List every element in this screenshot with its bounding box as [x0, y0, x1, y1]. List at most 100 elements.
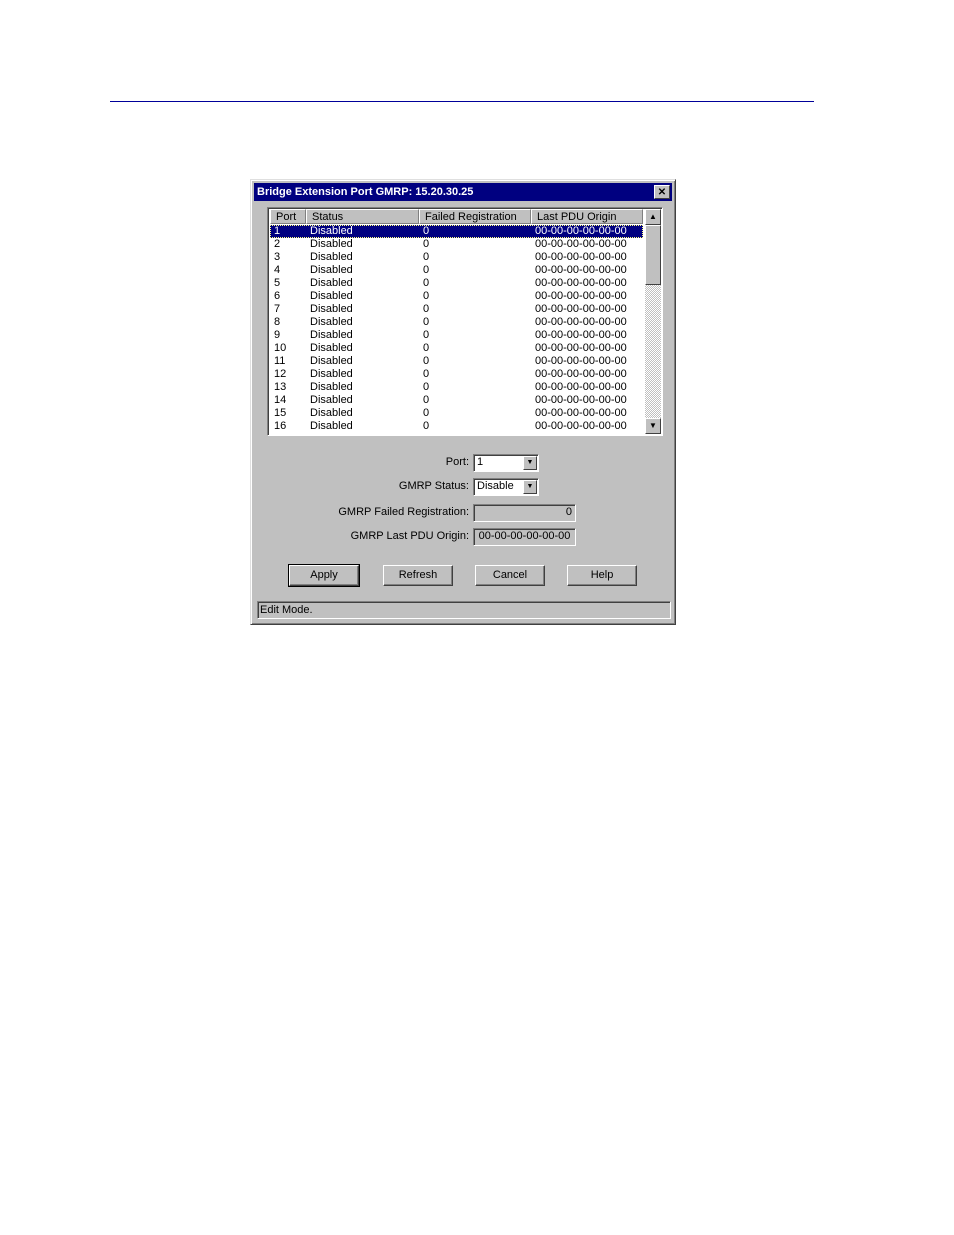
dropdown-arrow-icon[interactable]: ▼: [523, 456, 537, 470]
table-row[interactable]: 7 Disabled 0 00-00-00-00-00-00: [270, 303, 643, 316]
table-row[interactable]: 14 Disabled 0 00-00-00-00-00-00: [270, 394, 643, 407]
scroll-down-button[interactable]: ▼: [645, 418, 661, 434]
cell-failed-registration: 0: [423, 342, 430, 354]
cell-port: 11: [274, 355, 286, 367]
cell-status: Disabled: [310, 407, 353, 419]
table-row[interactable]: 9 Disabled 0 00-00-00-00-00-00: [270, 329, 643, 342]
cell-failed-registration: 0: [423, 381, 430, 393]
cell-status: Disabled: [310, 394, 353, 406]
column-header-last-pdu-origin[interactable]: Last PDU Origin: [531, 209, 643, 224]
vertical-scrollbar[interactable]: ▲ ▼: [645, 209, 661, 434]
gmrp-status-value: Disable: [477, 480, 514, 492]
cell-failed-registration: 0: [423, 355, 430, 367]
cell-last-pdu-origin: 00-00-00-00-00-00: [535, 264, 627, 276]
gmrp-status-select[interactable]: Disable ▼: [473, 478, 539, 496]
cell-last-pdu-origin: 00-00-00-00-00-00: [535, 290, 627, 302]
cell-failed-registration: 0: [423, 251, 430, 263]
cell-port: 12: [274, 368, 287, 380]
port-label: Port:: [445, 456, 469, 468]
cell-last-pdu-origin: 00-00-00-00-00-00: [535, 407, 627, 419]
cell-status: Disabled: [310, 303, 353, 315]
gmrp-last-pdu-origin-label: GMRP Last PDU Origin:: [350, 530, 469, 542]
table-row[interactable]: 16 Disabled 0 00-00-00-00-00-00: [270, 420, 643, 433]
cell-failed-registration: 0: [423, 368, 430, 380]
cell-status: Disabled: [310, 329, 353, 341]
title-bar: Bridge Extension Port GMRP: 15.20.30.25 …: [254, 183, 672, 201]
table-row[interactable]: 15 Disabled 0 00-00-00-00-00-00: [270, 407, 643, 420]
gmrp-status-label: GMRP Status:: [398, 480, 469, 492]
cell-last-pdu-origin: 00-00-00-00-00-00: [535, 355, 627, 367]
cell-last-pdu-origin: 00-00-00-00-00-00: [535, 303, 627, 315]
cell-failed-registration: 0: [423, 225, 430, 237]
close-icon: ✕: [657, 187, 667, 198]
cell-last-pdu-origin: 00-00-00-00-00-00: [535, 368, 627, 380]
cell-status: Disabled: [310, 290, 353, 302]
list-rows: 1 Disabled 0 00-00-00-00-00-00 2 Disabled 0 00-…: [270, 225, 643, 433]
scroll-up-button[interactable]: ▲: [645, 209, 661, 225]
table-row[interactable]: 10 Disabled 0 00-00-00-00-00-00: [270, 342, 643, 355]
cell-failed-registration: 0: [423, 329, 430, 341]
cell-last-pdu-origin: 00-00-00-00-00-00: [535, 316, 627, 328]
cell-port: 4: [274, 264, 281, 276]
cell-last-pdu-origin: 00-00-00-00-00-00: [535, 251, 627, 263]
cell-status: Disabled: [310, 342, 353, 354]
page-header-rule: [110, 101, 814, 102]
cell-port: 10: [274, 342, 287, 354]
gmrp-failed-registration-field: 0: [473, 504, 576, 522]
cell-last-pdu-origin: 00-00-00-00-00-00: [535, 225, 627, 237]
cell-port: 2: [274, 238, 281, 250]
list-header: Port Status Failed Registration Last PDU…: [270, 209, 643, 224]
cell-port: 3: [274, 251, 281, 263]
table-row[interactable]: 5 Disabled 0 00-00-00-00-00-00: [270, 277, 643, 290]
gmrp-last-pdu-origin-field: 00-00-00-00-00-00: [473, 528, 576, 546]
dropdown-arrow-icon[interactable]: ▼: [523, 480, 537, 494]
port-select-value: 1: [477, 456, 484, 468]
cell-last-pdu-origin: 00-00-00-00-00-00: [535, 342, 627, 354]
cell-status: Disabled: [310, 420, 353, 432]
table-row[interactable]: 13 Disabled 0 00-00-00-00-00-00: [270, 381, 643, 394]
cell-last-pdu-origin: 00-00-00-00-00-00: [535, 329, 627, 341]
column-header-status[interactable]: Status: [306, 209, 419, 224]
refresh-button[interactable]: Refresh: [383, 565, 453, 586]
status-bar: Edit Mode.: [257, 601, 671, 619]
table-row[interactable]: 4 Disabled 0 00-00-00-00-00-00: [270, 264, 643, 277]
cell-status: Disabled: [310, 277, 353, 289]
cell-port: 13: [274, 381, 287, 393]
table-row[interactable]: 6 Disabled 0 00-00-00-00-00-00: [270, 290, 643, 303]
cell-port: 9: [274, 329, 281, 341]
cell-port: 5: [274, 277, 281, 289]
port-list[interactable]: Port Status Failed Registration Last PDU…: [267, 207, 663, 436]
cancel-button[interactable]: Cancel: [475, 565, 545, 586]
table-row[interactable]: 12 Disabled 0 00-00-00-00-00-00: [270, 368, 643, 381]
cell-port: 16: [274, 420, 287, 432]
cell-failed-registration: 0: [423, 407, 430, 419]
gmrp-dialog: Bridge Extension Port GMRP: 15.20.30.25 …: [250, 179, 676, 625]
table-row[interactable]: 2 Disabled 0 00-00-00-00-00-00: [270, 238, 643, 251]
cell-failed-registration: 0: [423, 316, 430, 328]
cell-status: Disabled: [310, 264, 353, 276]
cell-last-pdu-origin: 00-00-00-00-00-00: [535, 420, 627, 432]
gmrp-failed-registration-label: GMRP Failed Registration:: [338, 506, 469, 518]
column-header-port[interactable]: Port: [270, 209, 306, 224]
port-select[interactable]: 1 ▼: [473, 454, 539, 472]
help-button[interactable]: Help: [567, 565, 637, 586]
cell-status: Disabled: [310, 251, 353, 263]
column-header-failed-registration[interactable]: Failed Registration: [419, 209, 531, 224]
apply-button[interactable]: Apply: [288, 564, 360, 587]
cell-failed-registration: 0: [423, 394, 430, 406]
table-row[interactable]: 3 Disabled 0 00-00-00-00-00-00: [270, 251, 643, 264]
table-row[interactable]: 1 Disabled 0 00-00-00-00-00-00: [270, 225, 643, 238]
cell-last-pdu-origin: 00-00-00-00-00-00: [535, 238, 627, 250]
window-title: Bridge Extension Port GMRP: 15.20.30.25: [257, 186, 474, 198]
close-button[interactable]: ✕: [654, 185, 670, 199]
cell-failed-registration: 0: [423, 420, 430, 432]
cell-port: 6: [274, 290, 281, 302]
table-row[interactable]: 11 Disabled 0 00-00-00-00-00-00: [270, 355, 643, 368]
arrow-down-icon: ▼: [649, 421, 657, 430]
scroll-thumb[interactable]: [645, 225, 661, 285]
cell-last-pdu-origin: 00-00-00-00-00-00: [535, 394, 627, 406]
cell-failed-registration: 0: [423, 290, 430, 302]
table-row[interactable]: 8 Disabled 0 00-00-00-00-00-00: [270, 316, 643, 329]
cell-status: Disabled: [310, 368, 353, 380]
cell-failed-registration: 0: [423, 238, 430, 250]
